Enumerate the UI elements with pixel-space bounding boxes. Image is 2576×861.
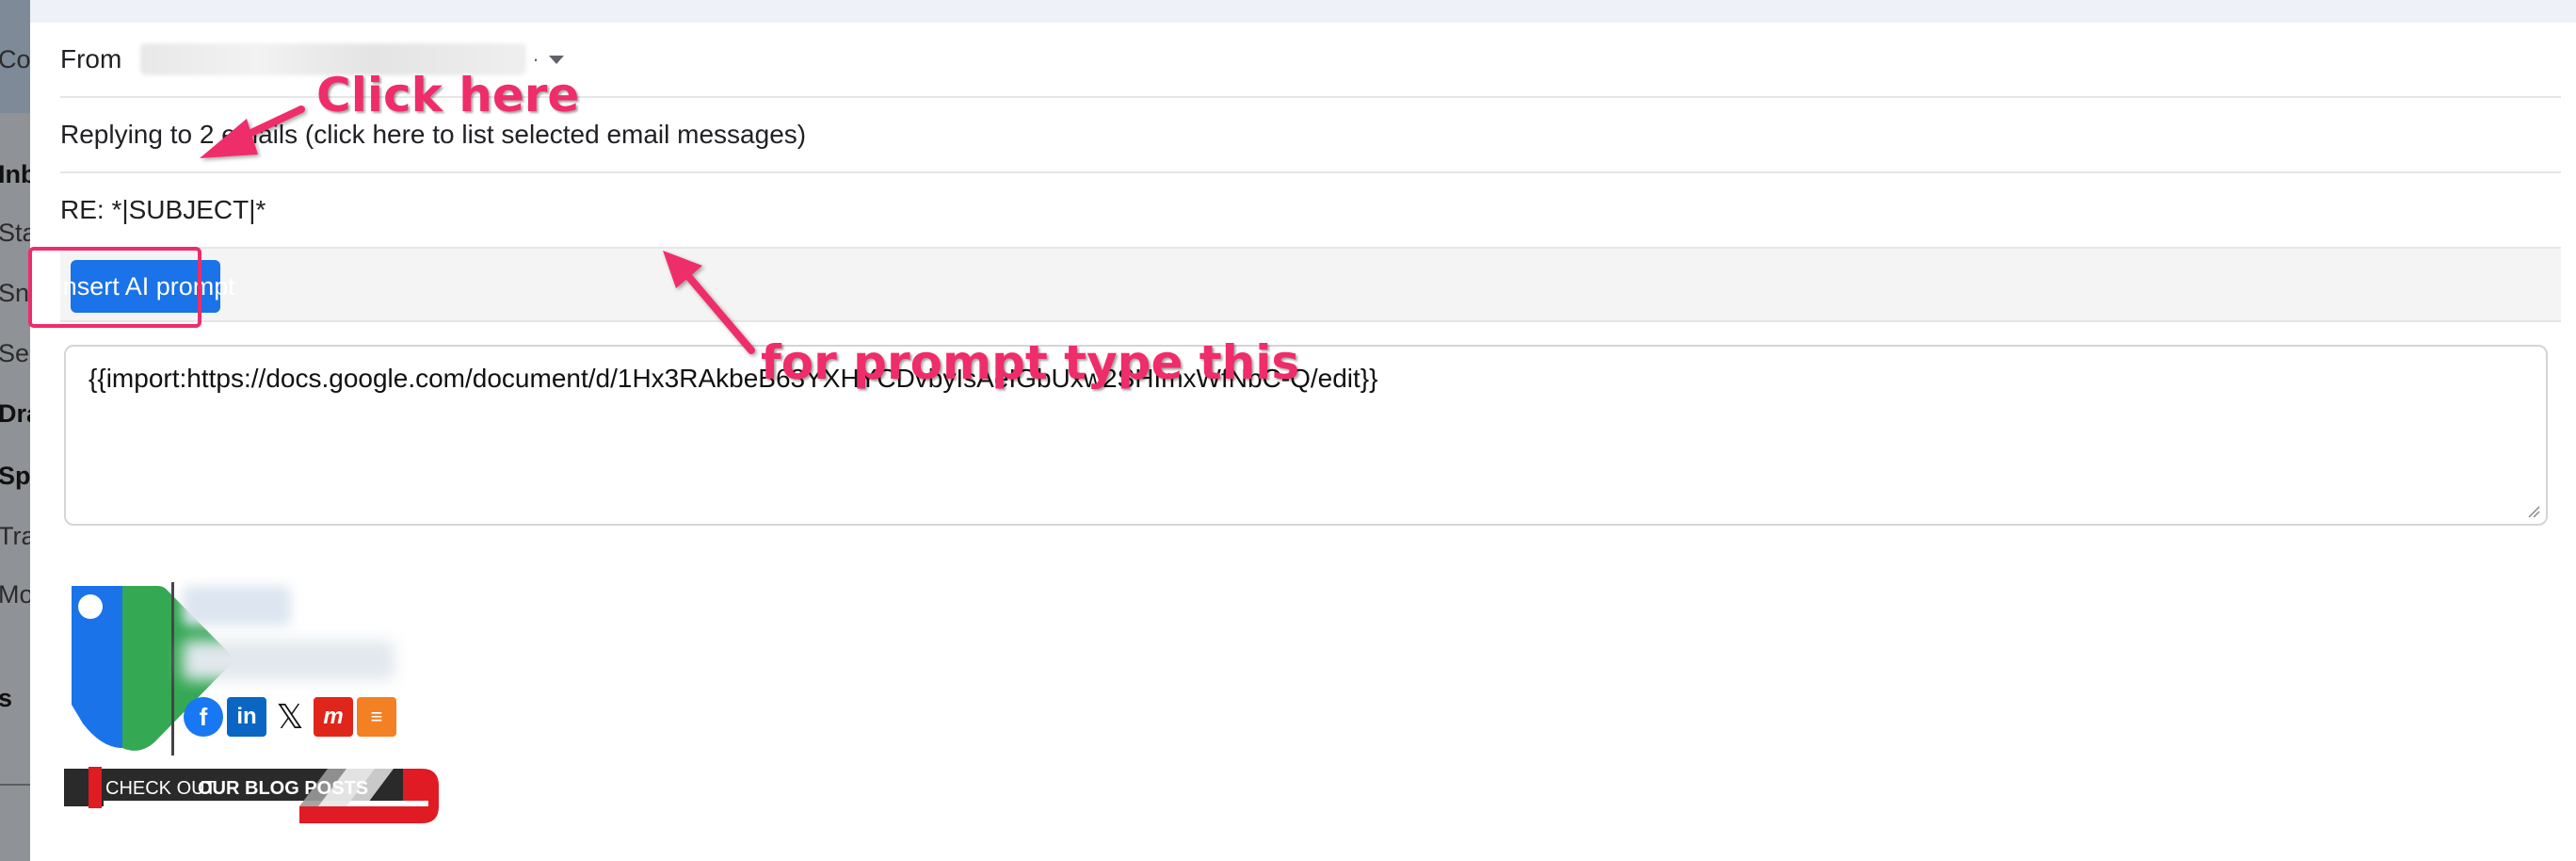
linkedin-icon[interactable]: in [227,697,266,737]
banner-text-bold: OUR BLOG POSTS [198,778,368,799]
from-dropdown-icon[interactable] [548,55,564,64]
stack-icon[interactable]: ≡ [357,697,396,737]
from-label: From [60,44,122,73]
sidebar-item-compose[interactable]: Co [0,45,31,74]
prompt-textarea[interactable]: {{import:https://docs.google.com/documen… [64,345,2548,526]
sidebar-item-more[interactable]: Mo [0,580,34,609]
signature-name-redacted [183,586,291,625]
x-icon[interactable]: 𝕏 [270,697,310,737]
subject-row[interactable]: RE: *|SUBJECT|* [60,173,2561,249]
compose-panel: From · Replying to 2 emails (click here … [30,0,2576,861]
resize-handle-icon[interactable] [2527,505,2540,518]
subject-field[interactable]: RE: *|SUBJECT|* [60,195,266,225]
blog-posts-banner[interactable]: CHECK OUT OUR BLOG POSTS [64,767,439,825]
button-highlight-box [28,247,201,328]
click-here-annotation: Click here [316,68,580,122]
for-prompt-annotation: for prompt type this [761,335,1300,390]
compose-topbar [30,0,2576,23]
sidebar-item-labels: s [0,684,13,712]
meetup-icon[interactable]: m [314,697,353,737]
signature-title-redacted [183,641,394,680]
facebook-icon[interactable]: f [184,697,223,737]
reply-info-text[interactable]: Replying to 2 emails (click here to list… [60,120,806,150]
signature-separator [171,582,174,755]
social-icons-row: f in 𝕏 m ≡ [184,697,396,739]
ai-toolbar [60,249,2561,322]
